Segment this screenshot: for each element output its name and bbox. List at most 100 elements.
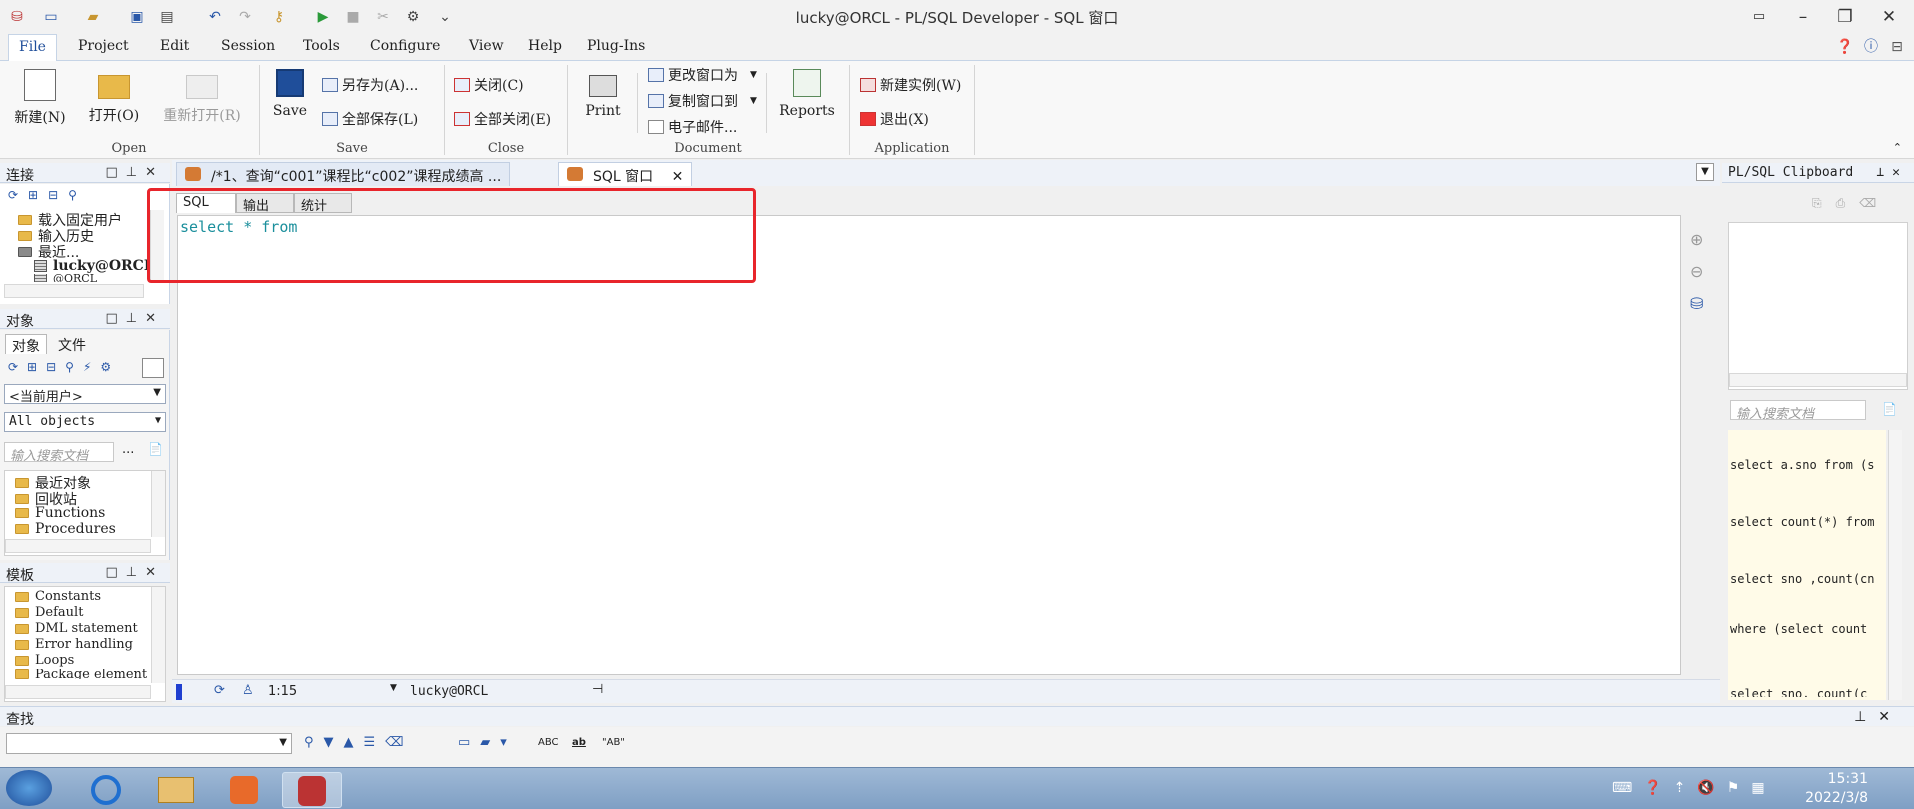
vertical-scrollbar[interactable] bbox=[151, 471, 165, 537]
menu-help[interactable]: Help bbox=[528, 38, 562, 54]
match-case-button[interactable]: ABC bbox=[538, 737, 559, 748]
print-button[interactable]: Print bbox=[578, 69, 628, 119]
close-tab-icon[interactable]: ✕ bbox=[672, 169, 684, 185]
refresh-icon[interactable]: ⟳ bbox=[214, 683, 225, 698]
menu-view[interactable]: View bbox=[469, 38, 504, 54]
pin-icon[interactable]: ⊣ bbox=[592, 682, 603, 697]
clipboard-item[interactable]: select sno ,count(cn bbox=[1730, 572, 1886, 586]
tree-item-default[interactable]: Default bbox=[15, 605, 83, 620]
restore-ribbon-icon[interactable]: ▭ bbox=[1742, 6, 1776, 28]
panel-window-buttons[interactable]: ⊥✕ bbox=[1854, 709, 1902, 725]
menu-configure[interactable]: Configure bbox=[370, 38, 440, 54]
scroll-up-icon[interactable]: ⊕ bbox=[1690, 224, 1703, 256]
new-document-icon[interactable]: 📄 bbox=[1882, 402, 1897, 416]
media-player-icon[interactable] bbox=[214, 772, 274, 808]
new-document-icon[interactable]: 📄 bbox=[148, 442, 163, 456]
folder-icon bbox=[15, 508, 29, 518]
tab-list-dropdown[interactable]: ▼ bbox=[1696, 163, 1714, 181]
clipboard-item[interactable]: select a.sno from (s bbox=[1730, 458, 1886, 472]
tree-item-dml[interactable]: DML statement bbox=[15, 621, 138, 636]
tree-item-connection[interactable]: lucky@ORCL bbox=[34, 258, 154, 274]
tree-item-constants[interactable]: Constants bbox=[15, 589, 101, 604]
tree-item-functions[interactable]: Functions bbox=[15, 505, 105, 521]
tab-sql-window[interactable]: SQL 窗口 ✕ bbox=[558, 162, 693, 186]
clipboard-item[interactable]: select sno, count(c bbox=[1730, 687, 1886, 697]
panel-window-buttons[interactable]: □⊥✕ bbox=[106, 165, 165, 180]
tree-item-connection-2[interactable]: @ORCL bbox=[34, 274, 97, 282]
clipboard-item[interactable]: where (select count bbox=[1730, 622, 1886, 636]
maximize-button[interactable]: ❐ bbox=[1828, 6, 1862, 28]
find-input[interactable] bbox=[6, 733, 292, 754]
minimize-button[interactable]: – bbox=[1786, 6, 1820, 28]
menu-session[interactable]: Session bbox=[221, 38, 275, 54]
reopen-button[interactable]: 重新打开(R) bbox=[160, 69, 244, 125]
system-tray-icons[interactable]: ⌨❓⇡🔇⚑▦ bbox=[1612, 780, 1777, 796]
exit-button[interactable]: 退出(X) bbox=[860, 109, 929, 129]
reports-button[interactable]: Reports bbox=[776, 69, 838, 119]
panel-window-buttons[interactable]: □⊥✕ bbox=[106, 565, 165, 580]
start-button[interactable] bbox=[6, 770, 52, 806]
tree-item-package[interactable]: Package element bbox=[15, 669, 147, 679]
horizontal-scrollbar[interactable] bbox=[5, 539, 151, 553]
vertical-scrollbar[interactable] bbox=[151, 587, 165, 683]
panel-window-buttons[interactable]: ⊥✕ bbox=[1876, 165, 1908, 180]
vertical-scrollbar[interactable] bbox=[1888, 430, 1902, 700]
copy-window-button[interactable]: 复制窗口到 ▼ bbox=[648, 91, 757, 111]
tree-item-loops[interactable]: Loops bbox=[15, 653, 74, 668]
connection-info-icon[interactable]: ⛁ bbox=[1690, 288, 1703, 320]
user-select[interactable]: <当前用户> bbox=[4, 384, 166, 405]
clipboard-toolbar[interactable]: ⎘⎙⌫ bbox=[1812, 196, 1890, 211]
folder-icon bbox=[15, 524, 29, 534]
horizontal-scrollbar[interactable] bbox=[1729, 373, 1907, 387]
collapse-ribbon-icon[interactable]: ⌃ bbox=[1893, 141, 1902, 154]
sql-editor[interactable] bbox=[177, 215, 1681, 675]
file-explorer-icon[interactable] bbox=[146, 772, 206, 808]
find-options[interactable]: ▭▰▾ bbox=[458, 735, 517, 750]
filter-box[interactable] bbox=[142, 358, 164, 378]
pin-icon[interactable]: ⊟ bbox=[1888, 38, 1906, 56]
menu-file[interactable]: File bbox=[8, 34, 57, 62]
scroll-down-icon[interactable]: ⊖ bbox=[1690, 256, 1703, 288]
object-search-input[interactable]: 输入搜索文档 bbox=[4, 442, 114, 464]
panel-window-buttons[interactable]: □⊥✕ bbox=[106, 311, 165, 326]
open-button[interactable]: 打开(O) bbox=[86, 69, 142, 125]
object-filter-select[interactable]: All objects bbox=[4, 412, 166, 432]
new-instance-button[interactable]: 新建实例(W) bbox=[860, 75, 961, 95]
horizontal-scrollbar[interactable] bbox=[4, 284, 144, 298]
info-icon[interactable]: ⓘ bbox=[1862, 38, 1880, 56]
help-icon[interactable]: ❓ bbox=[1836, 38, 1854, 56]
tab-files[interactable]: 文件 bbox=[58, 335, 86, 355]
more-button[interactable]: ... bbox=[122, 442, 134, 457]
tab-objects[interactable]: 对象 bbox=[5, 334, 47, 355]
connection-toolbar[interactable]: ⟳⊞⊟⚲ bbox=[8, 188, 87, 202]
clipboard-item[interactable]: select count(*) from bbox=[1730, 515, 1886, 529]
save-all-button[interactable]: 全部保存(L) bbox=[322, 109, 418, 129]
horizontal-scrollbar[interactable] bbox=[5, 685, 151, 699]
clock-time[interactable]: 15:31 bbox=[1828, 771, 1868, 787]
close-doc-button[interactable]: 关闭(C) bbox=[454, 75, 524, 95]
menu-edit[interactable]: Edit bbox=[160, 38, 189, 54]
save-as-button[interactable]: 另存为(A)... bbox=[322, 75, 418, 95]
clipboard-search-input[interactable]: 输入搜索文档 bbox=[1730, 400, 1866, 422]
tree-item-procedures[interactable]: Procedures bbox=[15, 521, 116, 537]
email-button[interactable]: 电子邮件... bbox=[648, 117, 737, 137]
find-toolbar[interactable]: ⚲▼▲☰⌫ bbox=[304, 735, 414, 750]
new-button[interactable]: 新建(N) bbox=[12, 69, 68, 127]
menu-project[interactable]: Project bbox=[78, 38, 129, 54]
connection-dropdown-icon[interactable]: ▼ bbox=[390, 683, 397, 693]
object-toolbar[interactable]: ⟳⊞⊟⚲⚡⚙ bbox=[8, 360, 120, 374]
exact-match-button[interactable]: "AB" bbox=[602, 737, 625, 748]
menu-tools[interactable]: Tools bbox=[303, 38, 340, 54]
menu-plugins[interactable]: Plug-Ins bbox=[587, 38, 645, 54]
close-button[interactable]: ✕ bbox=[1872, 6, 1906, 28]
clock-date[interactable]: 2022/3/8 bbox=[1805, 790, 1868, 806]
connection-name[interactable]: lucky@ORCL bbox=[410, 684, 488, 699]
plsql-developer-taskbar-icon[interactable] bbox=[282, 772, 342, 808]
close-all-button[interactable]: 全部关闭(E) bbox=[454, 109, 551, 129]
change-window-button[interactable]: 更改窗口为 ▼ bbox=[648, 65, 757, 85]
whole-word-button[interactable]: ab bbox=[572, 737, 586, 748]
tree-item-error-handling[interactable]: Error handling bbox=[15, 637, 133, 652]
ie-browser-icon[interactable] bbox=[76, 772, 136, 808]
tab-query-document[interactable]: /*1、查询“c001”课程比“c002”课程成绩高 ... bbox=[176, 162, 511, 186]
save-button[interactable]: Save bbox=[270, 69, 310, 119]
